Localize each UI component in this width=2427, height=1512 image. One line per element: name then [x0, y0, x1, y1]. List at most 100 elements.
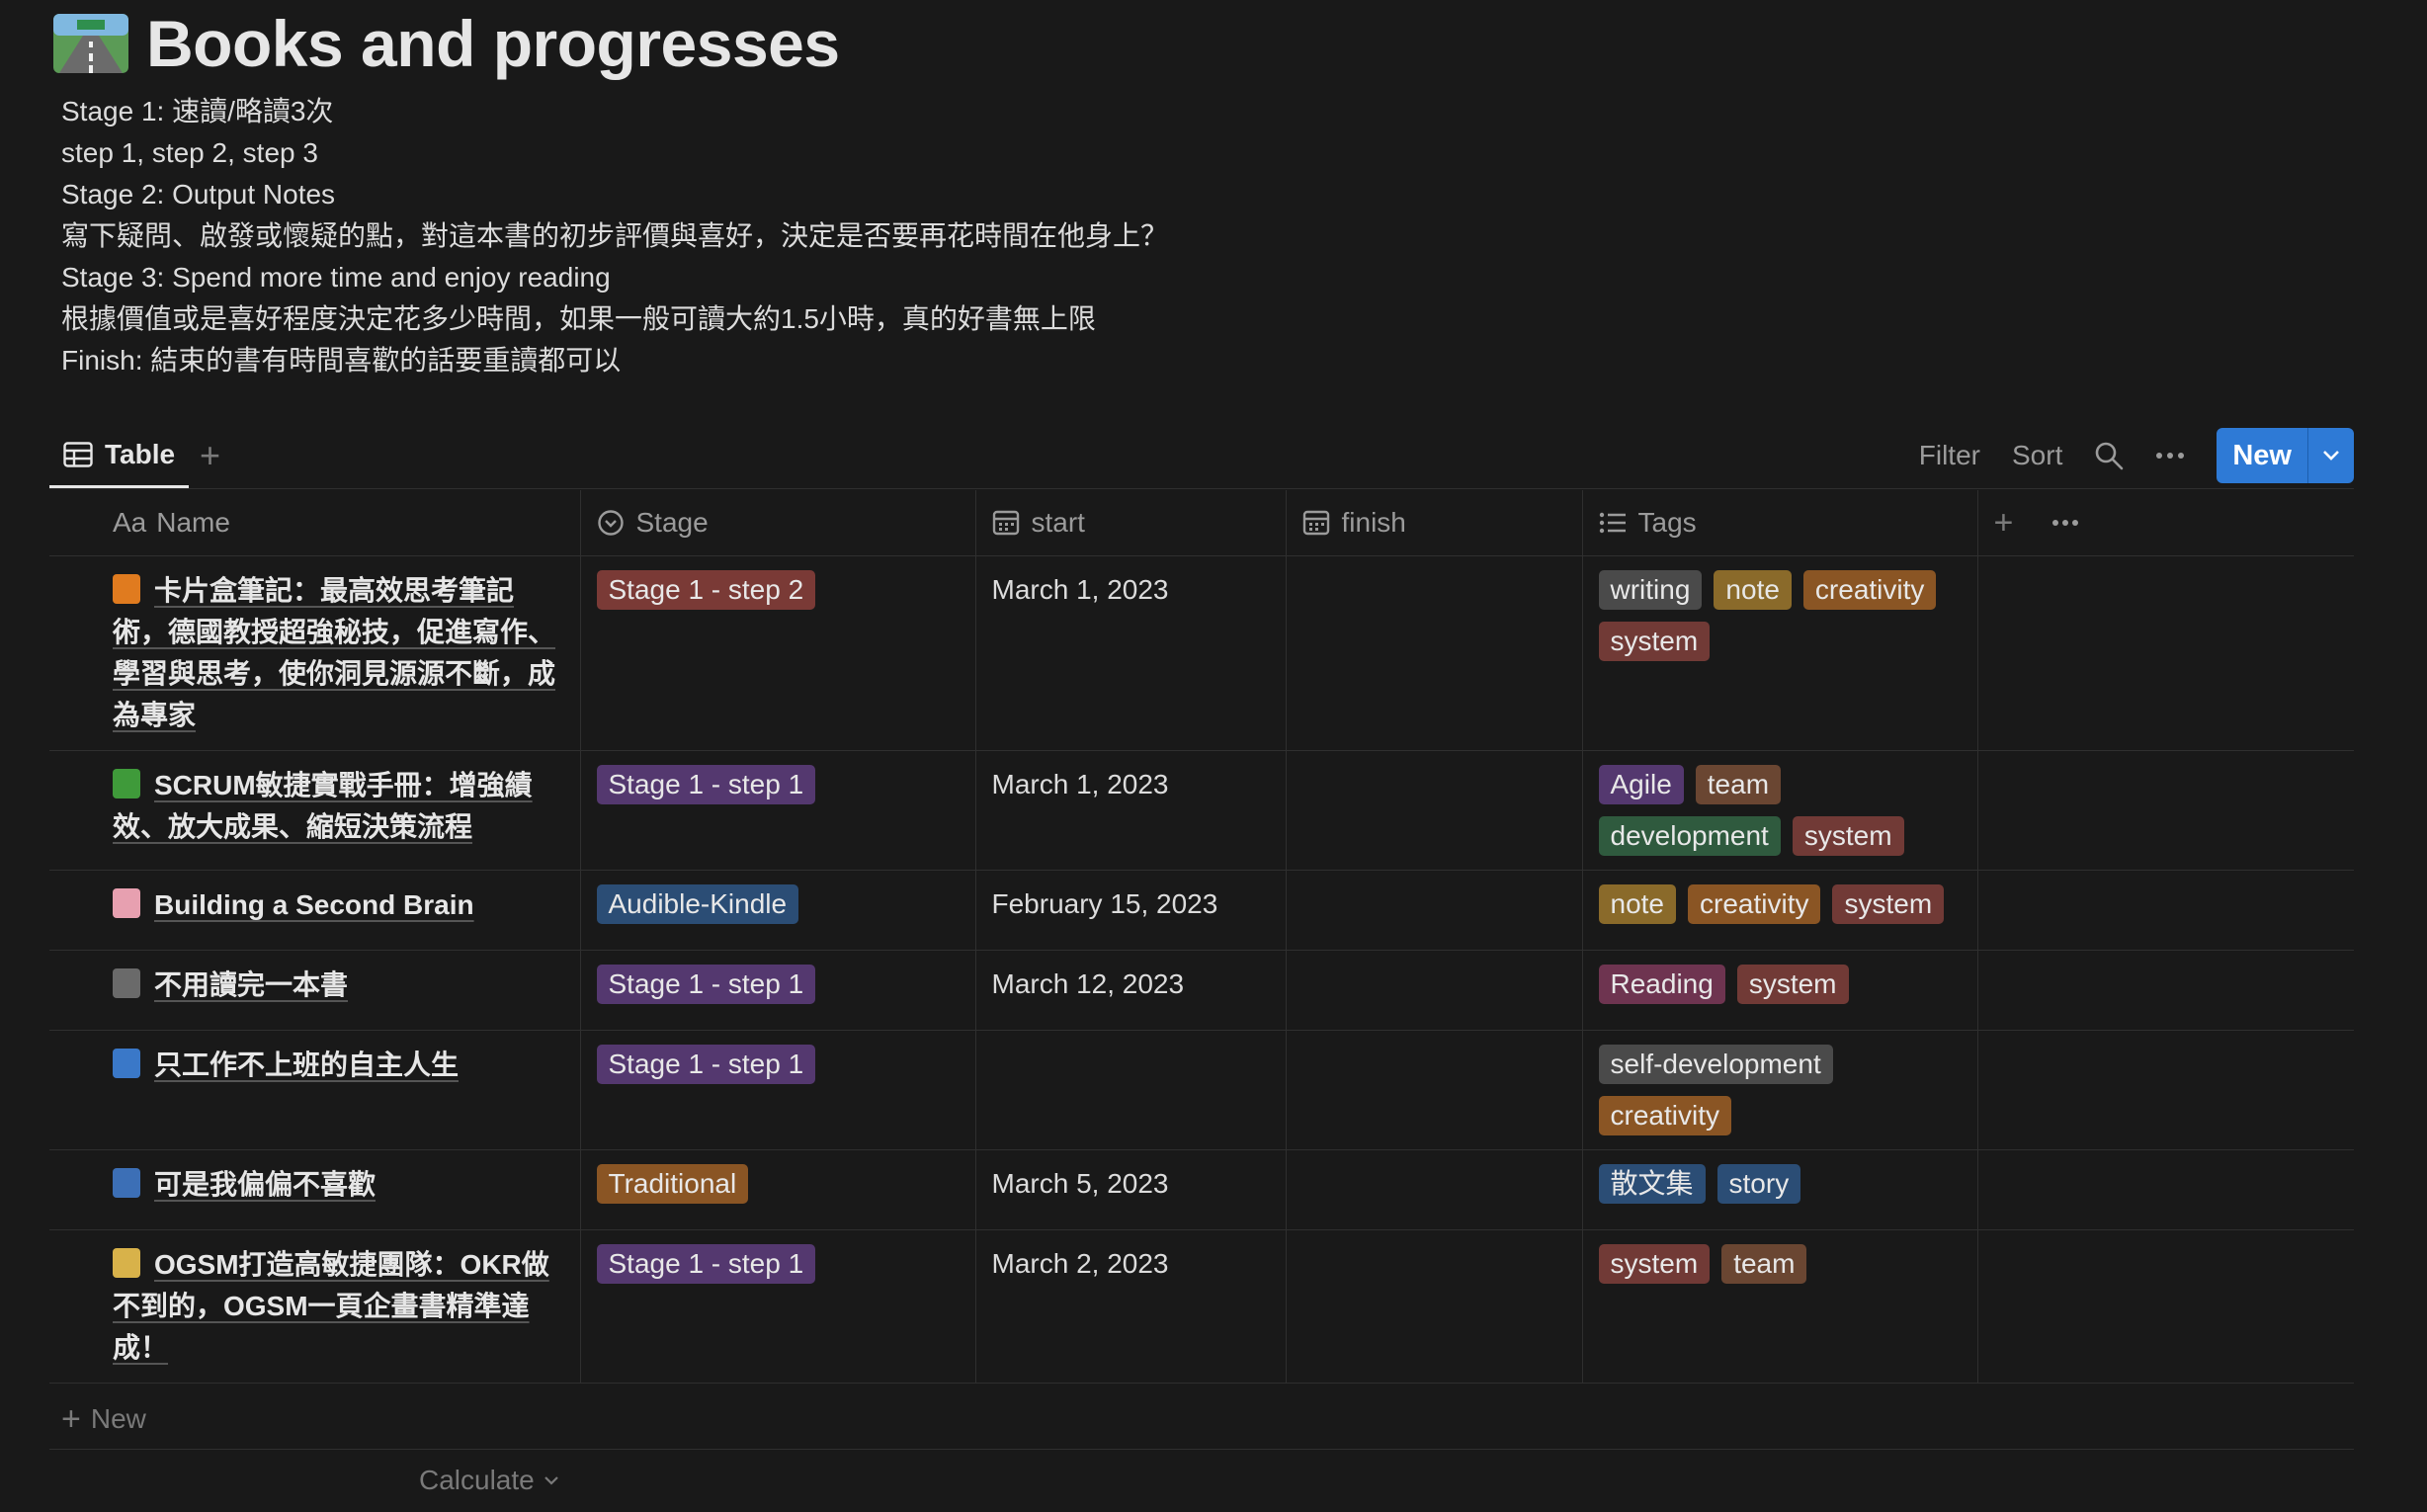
description-line[interactable]: Finish: 結束的書有時間喜歡的話要重讀都可以	[61, 340, 1168, 381]
cell-start[interactable]: March 12, 2023	[975, 950, 1287, 1031]
add-property-icon[interactable]: +	[1994, 504, 2014, 543]
table-row[interactable]: Building a Second Brain Audible-Kindle Feb…	[49, 870, 2354, 951]
sort-button[interactable]: Sort	[2012, 440, 2062, 471]
tab-table[interactable]: Table	[49, 423, 190, 488]
cell-stage[interactable]: Traditional	[580, 1149, 976, 1230]
tag-badge: story	[1716, 1164, 1801, 1204]
road-icon[interactable]	[53, 14, 128, 73]
book-title-link[interactable]: 不用讀完一本書	[154, 969, 348, 1000]
description-line[interactable]: 寫下疑問、啟發或懷疑的點，對這本書的初步評價與喜好，決定是否要再花時間在他身上？	[61, 215, 1168, 257]
tag-badge: creativity	[1688, 884, 1821, 924]
cell-finish[interactable]	[1286, 750, 1583, 871]
description-line[interactable]: 根據價值或是喜好程度決定花多少時間，如果一般可讀大約1.5小時，真的好書無上限	[61, 298, 1168, 340]
table-header-row: Aa Name Stage start finish Tags +	[49, 490, 2354, 556]
stage-badge: Stage 1 - step 1	[596, 1244, 816, 1284]
book-title-link[interactable]: OGSM打造高敏捷團隊：OKR做不到的，OGSM一頁企畫書精準達成！	[113, 1249, 549, 1363]
more-options-icon[interactable]	[2155, 452, 2185, 460]
cell-start[interactable]: March 5, 2023	[975, 1149, 1287, 1230]
column-header-stage[interactable]: Stage	[580, 490, 976, 556]
plus-icon: +	[61, 1399, 81, 1438]
cell-name[interactable]: Building a Second Brain	[49, 870, 581, 951]
start-date: March 1, 2023	[991, 769, 1169, 799]
calculate-label: Calculate	[419, 1465, 535, 1495]
cell-start[interactable]: March 1, 2023	[975, 555, 1287, 751]
table-row[interactable]: SCRUM敏捷實戰手冊：增強績效、放大成果、縮短決策流程 Stage 1 - st…	[49, 750, 2354, 871]
cell-start[interactable]	[975, 1030, 1287, 1150]
new-button-group: New	[2217, 428, 2354, 483]
cell-tags[interactable]: Reading system	[1582, 950, 1978, 1031]
cell-stage[interactable]: Audible-Kindle	[580, 870, 976, 951]
cell-stage[interactable]: Stage 1 - step 2	[580, 555, 976, 751]
tag-badge: note	[1598, 884, 1676, 924]
page-title[interactable]: Books and progresses	[146, 6, 840, 81]
cell-name[interactable]: 不用讀完一本書	[49, 950, 581, 1031]
cell-tags[interactable]: self-development creativity	[1582, 1030, 1978, 1150]
cell-finish[interactable]	[1286, 1030, 1583, 1150]
cell-name[interactable]: 卡片盒筆記：最高效思考筆記術，德國教授超強秘技，促進寫作、學習與思考，使你洞見源…	[49, 555, 581, 751]
book-title-link[interactable]: Building a Second Brain	[154, 889, 474, 920]
tag-badge: system	[1598, 622, 1711, 661]
view-tools: Filter Sort New	[1919, 423, 2354, 488]
cell-name[interactable]: SCRUM敏捷實戰手冊：增強績效、放大成果、縮短決策流程	[49, 750, 581, 871]
cell-finish[interactable]	[1286, 950, 1583, 1031]
add-row-button[interactable]: + New	[49, 1389, 2354, 1450]
chevron-down-icon	[544, 1476, 558, 1485]
book-title-link[interactable]: SCRUM敏捷實戰手冊：增強績效、放大成果、縮短決策流程	[113, 770, 533, 842]
start-date: March 5, 2023	[991, 1168, 1169, 1199]
table-row[interactable]: OGSM打造高敏捷團隊：OKR做不到的，OGSM一頁企畫書精準達成！ Stage …	[49, 1229, 2354, 1384]
table-row[interactable]: 只工作不上班的自主人生 Stage 1 - step 1 self-developm…	[49, 1030, 2354, 1150]
cell-name[interactable]: 可是我偏偏不喜歡	[49, 1149, 581, 1230]
cell-name[interactable]: 只工作不上班的自主人生	[49, 1030, 581, 1150]
cell-stage[interactable]: Stage 1 - step 1	[580, 1030, 976, 1150]
new-button[interactable]: New	[2217, 428, 2307, 483]
filter-button[interactable]: Filter	[1919, 440, 1980, 471]
book-title-link[interactable]: 可是我偏偏不喜歡	[154, 1169, 376, 1200]
chevron-down-icon[interactable]	[2307, 428, 2354, 483]
cell-tags[interactable]: Agile team development system	[1582, 750, 1978, 871]
calculate-button[interactable]: Calculate	[419, 1465, 560, 1496]
tab-table-label: Table	[105, 438, 176, 469]
ledger-icon	[113, 1248, 140, 1278]
description-line[interactable]: step 1, step 2, step 3	[61, 132, 1168, 174]
column-header-tags[interactable]: Tags	[1582, 490, 1978, 556]
description-line[interactable]: Stage 2: Output Notes	[61, 174, 1168, 215]
table-row[interactable]: 卡片盒筆記：最高效思考筆記術，德國教授超強秘技，促進寫作、學習與思考，使你洞見源…	[49, 555, 2354, 751]
column-header-name[interactable]: Aa Name	[49, 490, 581, 556]
cell-finish[interactable]	[1286, 1149, 1583, 1230]
cell-finish[interactable]	[1286, 555, 1583, 751]
column-header-start[interactable]: start	[975, 490, 1287, 556]
cell-empty	[1977, 870, 2354, 951]
table-row[interactable]: 不用讀完一本書 Stage 1 - step 1 March 12, 2023 Rea…	[49, 950, 2354, 1031]
cell-name[interactable]: OGSM打造高敏捷團隊：OKR做不到的，OGSM一頁企畫書精準達成！	[49, 1229, 581, 1384]
table-row[interactable]: 可是我偏偏不喜歡 Traditional March 5, 2023 散文集 story	[49, 1149, 2354, 1230]
start-date: March 12, 2023	[991, 968, 1185, 999]
book-title-link[interactable]: 卡片盒筆記：最高效思考筆記術，德國教授超強秘技，促進寫作、學習與思考，使你洞見源…	[113, 575, 555, 730]
book-title-link[interactable]: 只工作不上班的自主人生	[154, 1050, 459, 1080]
books-table: Aa Name Stage start finish Tags + 卡片盒筆記：…	[49, 490, 2354, 1384]
text-type-icon: Aa	[113, 507, 147, 538]
cell-tags[interactable]: note creativity system	[1582, 870, 1978, 951]
cell-start[interactable]: March 1, 2023	[975, 750, 1287, 871]
cell-start[interactable]: March 2, 2023	[975, 1229, 1287, 1384]
tag-badge: 散文集	[1598, 1164, 1706, 1204]
column-header-finish[interactable]: finish	[1286, 490, 1583, 556]
tag-badge: team	[1695, 765, 1782, 804]
cell-empty	[1977, 1229, 2354, 1384]
calendar-icon	[992, 510, 1019, 536]
add-view-icon[interactable]: +	[200, 435, 220, 476]
column-finish-label: finish	[1341, 507, 1406, 538]
cell-tags[interactable]: system team	[1582, 1229, 1978, 1384]
more-options-icon[interactable]	[2052, 519, 2079, 527]
stage-badge: Stage 1 - step 1	[596, 1045, 816, 1084]
cell-tags[interactable]: writing note creativity system	[1582, 555, 1978, 751]
cell-stage[interactable]: Stage 1 - step 1	[580, 1229, 976, 1384]
search-icon[interactable]	[2094, 441, 2124, 470]
cell-finish[interactable]	[1286, 870, 1583, 951]
cell-tags[interactable]: 散文集 story	[1582, 1149, 1978, 1230]
cell-start[interactable]: February 15, 2023	[975, 870, 1287, 951]
description-line[interactable]: Stage 1: 速讀/略讀3次	[61, 91, 1168, 132]
cell-stage[interactable]: Stage 1 - step 1	[580, 950, 976, 1031]
description-line[interactable]: Stage 3: Spend more time and enjoy readi…	[61, 257, 1168, 298]
cell-finish[interactable]	[1286, 1229, 1583, 1384]
cell-stage[interactable]: Stage 1 - step 1	[580, 750, 976, 871]
